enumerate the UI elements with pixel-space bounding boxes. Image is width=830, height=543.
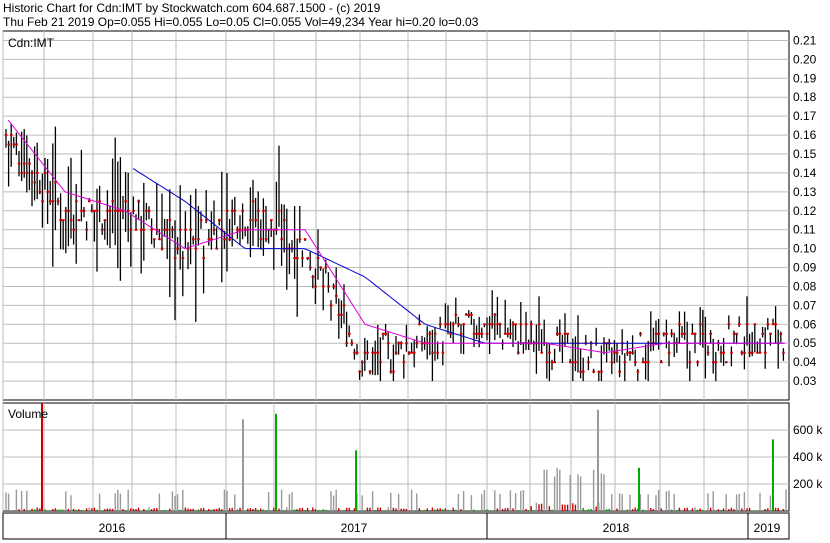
price-tick-label: 0.14 bbox=[793, 166, 817, 180]
price-tick-label: 0.05 bbox=[793, 336, 817, 350]
price-tick-label: 0.06 bbox=[793, 317, 817, 331]
volume-panel: 600 k 400 k 200 k Volume bbox=[2, 402, 823, 512]
volume-panel-label: Volume bbox=[8, 407, 48, 421]
price-tick-label: 0.20 bbox=[793, 52, 817, 66]
price-tick-label: 0.08 bbox=[793, 279, 817, 293]
price-tick-label: 0.18 bbox=[793, 90, 817, 104]
volume-y-axis: 600 k 400 k 200 k bbox=[793, 423, 823, 491]
price-tick-label: 0.12 bbox=[793, 204, 817, 218]
price-tick-label: 0.15 bbox=[793, 147, 817, 161]
volume-tick-label: 200 k bbox=[793, 477, 823, 491]
year-label: 2016 bbox=[99, 521, 126, 535]
price-tick-label: 0.04 bbox=[793, 355, 817, 369]
price-tick-label: 0.16 bbox=[793, 128, 817, 142]
price-tick-label: 0.21 bbox=[793, 33, 817, 47]
year-label: 2018 bbox=[603, 521, 630, 535]
price-tick-label: 0.10 bbox=[793, 242, 817, 256]
year-label: 2017 bbox=[341, 521, 368, 535]
year-label: 2019 bbox=[754, 521, 781, 535]
price-y-axis: 0.21 0.20 0.19 0.18 0.17 0.16 0.15 0.14 0.13 0.12… bbox=[793, 33, 817, 388]
price-panel-label: Cdn:IMT bbox=[8, 36, 55, 50]
price-tick-label: 0.03 bbox=[793, 374, 817, 388]
volume-tick-label: 600 k bbox=[793, 423, 823, 437]
price-tick-label: 0.09 bbox=[793, 261, 817, 275]
stock-chart: 0.21 0.20 0.19 0.18 0.17 0.16 0.15 0.14 0.13 0.12… bbox=[2, 30, 823, 540]
time-axis: 2016 2017 2018 2019 bbox=[2, 512, 790, 540]
price-tick-label: 0.07 bbox=[793, 298, 817, 312]
price-panel: 0.21 0.20 0.19 0.18 0.17 0.16 0.15 0.14 0.13 0.12… bbox=[2, 30, 817, 401]
price-tick-label: 0.17 bbox=[793, 109, 817, 123]
price-tick-label: 0.11 bbox=[793, 223, 816, 237]
volume-tick-label: 400 k bbox=[793, 450, 823, 464]
price-tick-label: 0.13 bbox=[793, 185, 817, 199]
price-tick-label: 0.19 bbox=[793, 71, 817, 85]
